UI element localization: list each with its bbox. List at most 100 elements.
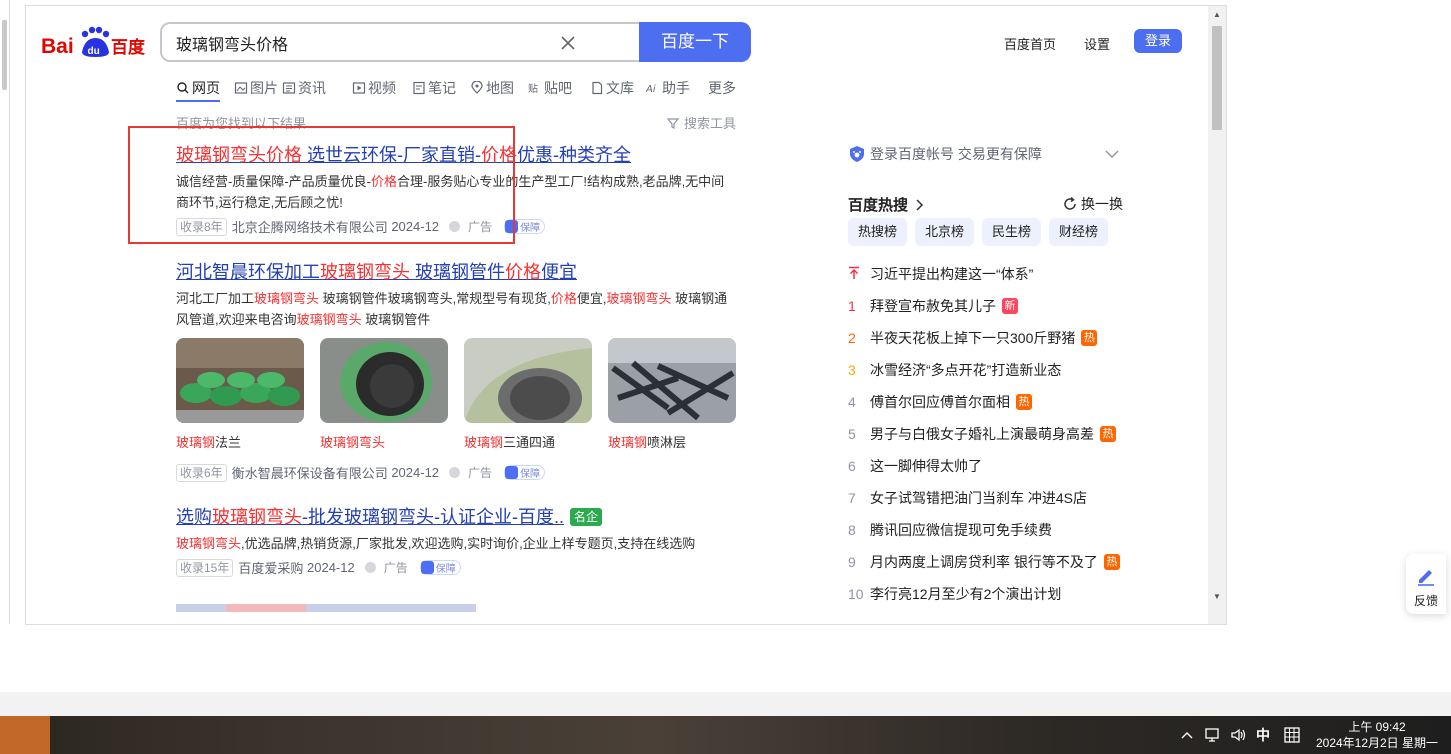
image-caption[interactable]: 玻璃钢三通四通 <box>464 432 592 451</box>
result-source[interactable]: 百度爱采购 <box>238 558 303 577</box>
tab-note[interactable]: 笔记 <box>412 74 456 102</box>
svg-text:贴: 贴 <box>528 82 538 95</box>
search-input[interactable] <box>176 32 556 54</box>
tab-tieba[interactable]: 贴贴吧 <box>528 74 572 102</box>
tab-image[interactable]: 图片 <box>234 74 278 102</box>
keyboard-grid-icon[interactable] <box>1284 727 1300 743</box>
hot-tab-3[interactable]: 财经榜 <box>1049 218 1109 246</box>
result-title-link[interactable]: 选购玻璃钢弯头-批发玻璃钢弯头-认证企业-百度.. 名企 <box>176 505 746 529</box>
hot-search-item[interactable]: 3 冰雪经济“多点开花”打造新业态 <box>848 354 1148 386</box>
ime-indicator[interactable]: 中 <box>1256 725 1270 745</box>
hot-tab-0[interactable]: 热搜榜 <box>848 218 908 246</box>
hot-rank: 2 <box>848 330 856 346</box>
hot-search-item[interactable]: 6 这一脚伸得太帅了 <box>848 450 1148 482</box>
image-caption[interactable]: 玻璃钢弯头 <box>320 432 448 451</box>
tab-label: 笔记 <box>428 80 456 96</box>
image-card[interactable]: 玻璃钢喷淋层 <box>608 338 736 451</box>
login-tip[interactable]: 登录百度帐号 交易更有保障 <box>848 144 1120 164</box>
hot-search-item[interactable]: 7 女子试驾错把油门当刹车 冲进4S店 <box>848 482 1148 514</box>
clock-time: 上午 09:42 <box>1348 720 1406 734</box>
hot-search-item[interactable]: 8 腾讯回应微信提现可免手续费 <box>848 514 1148 546</box>
clear-icon[interactable] <box>558 33 578 53</box>
hot-search-item[interactable]: 4 傅首尔回应傅首尔面相热 <box>848 386 1148 418</box>
hot-search-title[interactable]: 百度热搜 <box>848 194 926 215</box>
tab-label: 网页 <box>192 80 220 96</box>
tab-video[interactable]: 视频 <box>352 74 396 102</box>
hot-tab-2[interactable]: 民生榜 <box>982 218 1042 246</box>
hot-tab-1[interactable]: 北京榜 <box>915 218 975 246</box>
highlighted-keyword: 玻璃钢弯头 <box>296 312 362 327</box>
famous-enterprise-badge[interactable]: 名企 <box>569 508 602 526</box>
hot-search-item[interactable]: 2 半夜天花板上掉下一只300斤野猪热 <box>848 322 1148 354</box>
product-image-spray-layer[interactable] <box>608 338 736 423</box>
volume-icon[interactable] <box>1230 727 1248 743</box>
tab-more[interactable]: 更多 <box>708 74 736 102</box>
image-card[interactable]: 玻璃钢三通四通 <box>464 338 592 451</box>
tab-doc[interactable]: 文库 <box>590 74 634 102</box>
tab-map[interactable]: 地图 <box>470 74 514 102</box>
tab-search[interactable]: 网页 <box>176 74 220 102</box>
result-title-link[interactable]: 河北智晨环保加工玻璃钢弯头 玻璃钢管件价格便宜 <box>176 260 746 284</box>
image-card[interactable]: 玻璃钢弯头 <box>320 338 448 451</box>
hot-badge: 热 <box>1081 330 1098 346</box>
paw-shield-icon <box>850 146 864 162</box>
guarantee-badge[interactable]: 保障 <box>504 465 546 480</box>
tab-label: 地图 <box>486 80 514 96</box>
tab-label: 图片 <box>250 80 278 96</box>
info-dot-icon[interactable] <box>449 467 461 478</box>
guarantee-label: 保障 <box>520 223 541 234</box>
tab-ai[interactable]: Ai 助手 <box>646 74 690 102</box>
search-button[interactable]: 百度一下 <box>639 22 751 62</box>
tab-news[interactable]: 资讯 <box>282 74 326 102</box>
chevron-down-icon[interactable] <box>1104 146 1120 162</box>
system-tray: 中 <box>1180 716 1300 754</box>
feedback-button[interactable]: 反馈 <box>1406 554 1446 614</box>
taskbar-clock[interactable]: 上午 09:42 2024年12月2日 星期一 <box>1312 719 1442 751</box>
baidu-logo[interactable]: Bai du 百度 <box>41 24 151 64</box>
tab-label: 视频 <box>368 80 396 96</box>
hot-search-item[interactable]: 10 李行亮12月至少有2个演出计划 <box>848 578 1148 610</box>
hot-item-text: 拜登宣布赦免其儿子 <box>870 298 996 314</box>
chevron-up-icon[interactable] <box>1180 728 1194 742</box>
search-tools-button[interactable]: 搜索工具 <box>666 113 736 132</box>
hot-search-item[interactable]: 9 月内两度上调房贷利率 银行等不及了热 <box>848 546 1148 578</box>
image-card[interactable]: 玻璃钢法兰 <box>176 338 304 451</box>
result-image-row: 玻璃钢法兰 玻璃钢弯头 玻璃钢三通四通 玻璃钢喷淋层 <box>176 338 746 451</box>
scroll-down-arrow-icon[interactable]: ▼ <box>1213 592 1221 601</box>
settings-link[interactable]: 设置 <box>1084 34 1110 53</box>
svg-text:百度: 百度 <box>111 37 146 58</box>
product-image-tee[interactable] <box>464 338 592 428</box>
hot-search-item[interactable]: 5 男子与白俄女子婚礼上演最萌身高差热 <box>848 418 1148 450</box>
result-source[interactable]: 衡水智晨环保设备有限公司 <box>232 463 388 482</box>
product-image-elbow[interactable] <box>320 338 448 423</box>
note-icon <box>413 81 425 95</box>
hot-search-item[interactable]: 1 拜登宣布赦免其儿子新 <box>848 290 1148 322</box>
refresh-button[interactable]: 换一换 <box>1062 194 1123 214</box>
hot-item-text: 习近平提出构建这一“体系” <box>870 266 1034 282</box>
taskbar: 中 上午 09:42 2024年12月2日 星期一 <box>0 716 1451 754</box>
login-button[interactable]: 登录 <box>1134 29 1182 53</box>
hot-search-item[interactable]: 习近平提出构建这一“体系” <box>848 258 1148 290</box>
image-caption[interactable]: 玻璃钢喷淋层 <box>608 432 736 451</box>
frame-scrollbar-thumb[interactable] <box>1212 26 1222 130</box>
hot-item-text: 月内两度上调房贷利率 银行等不及了 <box>870 554 1098 570</box>
scroll-up-arrow-icon[interactable]: ▲ <box>1213 10 1221 19</box>
frame-scrollbar[interactable]: ▲ ▼ <box>1208 6 1226 624</box>
info-dot-icon[interactable] <box>364 562 376 573</box>
hot-rank: 8 <box>848 522 856 538</box>
ad-label: 广告 <box>468 466 493 480</box>
home-link[interactable]: 百度首页 <box>1004 34 1056 53</box>
video-icon <box>352 82 366 94</box>
image-icon <box>234 82 248 94</box>
left-scrollbar-thumb[interactable] <box>2 20 7 90</box>
product-image-flange[interactable] <box>176 338 304 423</box>
login-tip-text: 登录百度帐号 交易更有保障 <box>870 146 1042 162</box>
image-caption[interactable]: 玻璃钢法兰 <box>176 432 304 451</box>
refresh-label: 换一换 <box>1081 196 1123 212</box>
desktop: Bai du 百度 百度一下 百度首页 设置 登录 网页图片资讯视频笔记地图贴贴… <box>0 0 1451 754</box>
taskbar-app-tile[interactable] <box>0 716 50 754</box>
network-icon[interactable] <box>1204 727 1222 743</box>
result-description: 玻璃钢弯头,优选品牌,热销货源,厂家批发,欢迎选购,实时询价,企业上样专题页,支… <box>176 533 736 554</box>
guarantee-badge[interactable]: 保障 <box>419 560 461 575</box>
tab-label: 文库 <box>606 80 634 96</box>
